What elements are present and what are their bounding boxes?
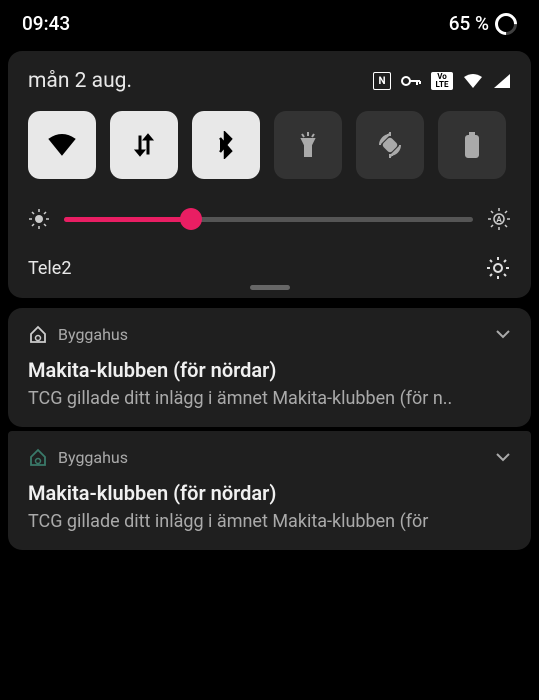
signal-icon bbox=[493, 73, 511, 89]
notification-app-name: Byggahus bbox=[58, 325, 128, 344]
status-right: 65 % bbox=[449, 12, 517, 35]
notification-title: Makita-klubben (för nördar) bbox=[28, 358, 511, 382]
chevron-down-icon[interactable] bbox=[495, 452, 511, 462]
panel-expand-handle[interactable] bbox=[250, 285, 290, 290]
notification-card[interactable]: Byggahus Makita-klubben (för nördar) TCG… bbox=[8, 308, 531, 427]
svg-text:A: A bbox=[496, 215, 502, 224]
brightness-slider[interactable] bbox=[64, 217, 473, 222]
carrier-label: Tele2 bbox=[28, 258, 71, 279]
key-icon bbox=[401, 75, 421, 87]
volte-icon: VoLTE bbox=[431, 72, 453, 90]
notification-app-name: Byggahus bbox=[58, 448, 128, 467]
flashlight-toggle[interactable] bbox=[274, 111, 342, 179]
byggahus-app-icon bbox=[28, 447, 48, 467]
chevron-down-icon[interactable] bbox=[495, 329, 511, 339]
notification-title: Makita-klubben (för nördar) bbox=[28, 481, 511, 505]
wifi-toggle[interactable] bbox=[28, 111, 96, 179]
rotate-toggle[interactable] bbox=[356, 111, 424, 179]
status-icons-row: N VoLTE bbox=[373, 72, 511, 90]
nfc-icon: N bbox=[373, 72, 391, 90]
battery-saver-toggle[interactable] bbox=[438, 111, 506, 179]
notification-app: Byggahus bbox=[28, 447, 128, 467]
battery-ring-icon bbox=[490, 8, 521, 39]
brightness-low-icon bbox=[28, 208, 50, 230]
notification-body: TCG gillade ditt inlägg i ämnet Makita-k… bbox=[28, 511, 511, 532]
brightness-row: A bbox=[28, 207, 511, 231]
status-bar: 09:43 65 % bbox=[0, 0, 539, 51]
settings-icon[interactable] bbox=[485, 255, 511, 281]
toggle-row bbox=[28, 111, 511, 179]
date-label: mån 2 aug. bbox=[28, 69, 132, 93]
notification-card[interactable]: Byggahus Makita-klubben (för nördar) TCG… bbox=[8, 431, 531, 550]
status-time: 09:43 bbox=[22, 12, 70, 35]
brightness-auto-icon: A bbox=[487, 207, 511, 231]
notification-app: Byggahus bbox=[28, 324, 128, 344]
bluetooth-toggle[interactable] bbox=[192, 111, 260, 179]
notification-body: TCG gillade ditt inlägg i ämnet Makita-k… bbox=[28, 388, 511, 409]
quick-settings-panel: mån 2 aug. N VoLTE bbox=[8, 51, 531, 298]
battery-percent: 65 % bbox=[449, 12, 489, 35]
wifi-status-icon bbox=[463, 73, 483, 89]
byggahus-app-icon bbox=[28, 324, 48, 344]
data-toggle[interactable] bbox=[110, 111, 178, 179]
